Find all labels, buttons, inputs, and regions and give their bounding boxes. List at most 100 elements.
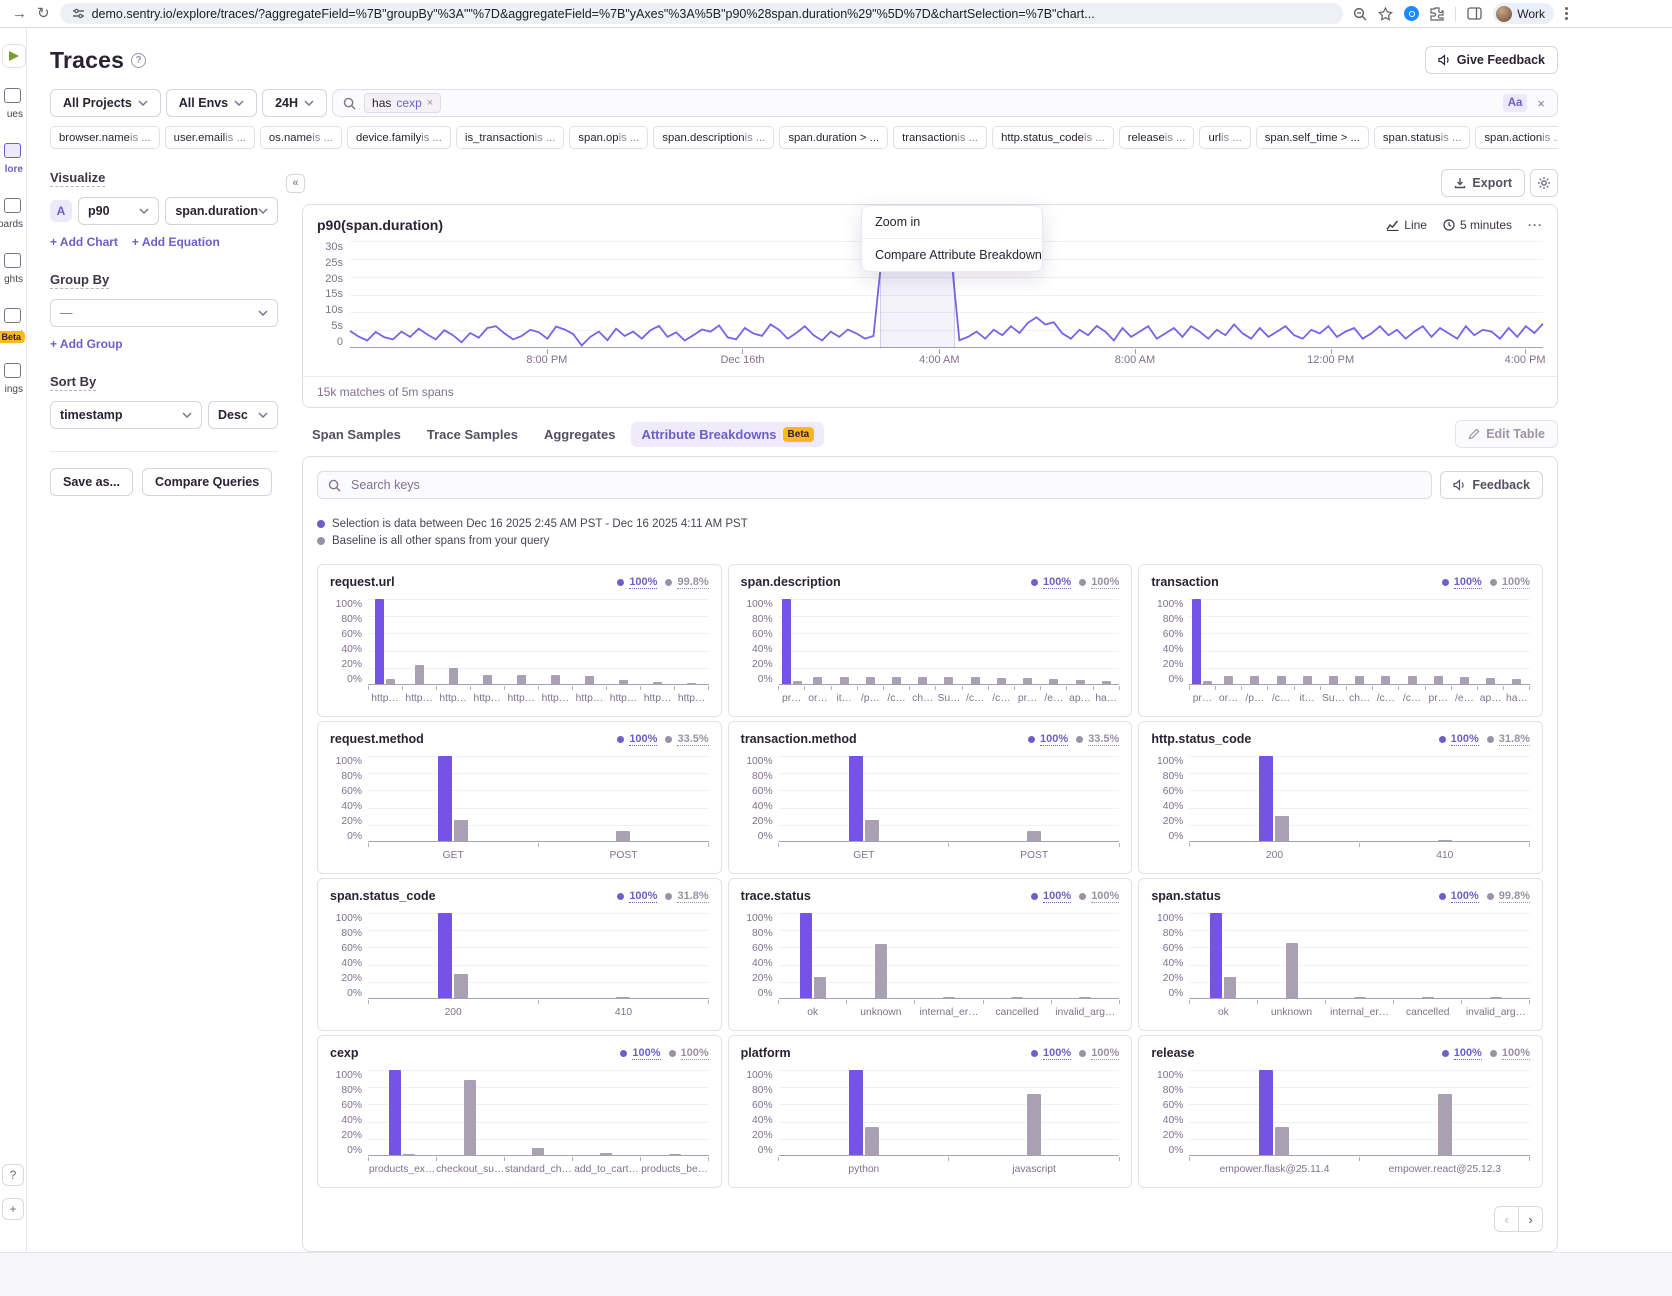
baseline-bar[interactable] [1286,943,1298,998]
selection-bar[interactable] [389,1070,401,1155]
baseline-percent-link[interactable]: 31.8% [1499,733,1530,746]
selection-percent-link[interactable]: 100% [1454,576,1482,589]
baseline-bar[interactable] [616,831,630,841]
selection-percent-link[interactable]: 100% [1043,576,1071,589]
selection-bar[interactable] [438,913,452,998]
filter-chip-span-description-is[interactable]: span.description is ... [653,126,774,149]
address-bar[interactable]: demo.sentry.io/explore/traces/?aggregate… [60,3,1344,24]
selection-bar[interactable] [1259,1070,1273,1155]
baseline-bar[interactable] [1303,676,1312,685]
selection-percent-link[interactable]: 100% [632,1047,660,1060]
sentry-logo[interactable] [2,44,26,68]
extensions-icon[interactable] [1430,7,1444,21]
baseline-percent-link[interactable]: 100% [1091,890,1119,903]
add-equation-link[interactable]: + Add Equation [132,235,220,249]
baseline-bar[interactable] [865,820,879,841]
baseline-bar[interactable] [943,997,955,998]
baseline-bar[interactable] [1490,997,1502,998]
filter-chip-url-is[interactable]: url is ... [1199,126,1250,149]
filter-chip-span-status-is[interactable]: span.status is ... [1374,126,1471,149]
baseline-bar[interactable] [454,974,468,998]
baseline-bar[interactable] [866,677,875,684]
baseline-bar[interactable] [687,683,696,684]
edit-table-button[interactable]: Edit Table [1455,420,1558,448]
baseline-bar[interactable] [1354,997,1366,998]
baseline-bar[interactable] [1023,678,1032,684]
baseline-bar[interactable] [1027,831,1041,841]
search-keys-input[interactable] [349,477,1421,493]
baseline-percent-link[interactable]: 100% [1091,1047,1119,1060]
baseline-bar[interactable] [813,677,822,684]
filter-chip-is-transaction-is[interactable]: is_transaction is ... [456,126,564,149]
project-filter[interactable]: All Projects [50,89,161,117]
aggregate-select[interactable]: p90 [78,197,159,225]
filter-chip-user-email-is[interactable]: user.email is ... [165,126,255,149]
browser-menu-icon[interactable] [1565,7,1568,20]
sidebar-add-button[interactable]: + [2,1198,24,1220]
add-chart-link[interactable]: + Add Chart [50,235,118,249]
baseline-bar[interactable] [1277,676,1286,685]
baseline-bar[interactable] [616,997,630,998]
baseline-bar[interactable] [1224,977,1236,998]
group-by-select[interactable]: — [50,299,278,327]
settings-button[interactable] [1530,169,1558,197]
selection-bar[interactable] [1192,599,1201,684]
baseline-bar[interactable] [944,677,953,684]
selection-bar[interactable] [1210,913,1222,998]
tab-trace-samples[interactable]: Trace Samples [417,422,528,447]
next-page-button[interactable]: › [1518,1206,1543,1232]
clear-search-icon[interactable]: × [1535,96,1547,111]
filter-chip-span-self-time[interactable]: span.self_time > ... [1256,126,1369,149]
selection-bar[interactable] [1259,756,1273,841]
baseline-bar[interactable] [483,675,492,684]
baseline-percent-link[interactable]: 100% [1091,576,1119,589]
baseline-bar[interactable] [454,820,468,841]
baseline-bar[interactable] [1460,677,1469,684]
baseline-bar[interactable] [1381,676,1390,685]
selection-bar[interactable] [375,599,384,684]
filter-chip-span-action-is[interactable]: span.action is ... [1475,126,1558,149]
reload-icon[interactable]: ↻ [37,6,50,21]
baseline-bar[interactable] [653,682,662,684]
baseline-bar[interactable] [517,675,526,684]
search-keys-field[interactable] [317,471,1432,499]
zoom-icon[interactable] [1353,7,1367,21]
baseline-bar[interactable] [551,675,560,684]
sidebar-help-button[interactable]: ? [2,1164,24,1186]
filter-chip-os-name-is[interactable]: os.name is ... [260,126,342,149]
field-select[interactable]: span.duration [165,197,278,225]
baseline-bar[interactable] [918,677,927,684]
context-menu-compare-breakdowns[interactable]: Compare Attribute Breakdowns [862,238,1042,271]
baseline-bar[interactable] [1102,681,1111,684]
filter-chip-span-op-is[interactable]: span.op is ... [569,126,648,149]
forward-icon[interactable]: → [12,6,27,21]
baseline-percent-link[interactable]: 100% [1502,576,1530,589]
baseline-bar[interactable] [1486,678,1495,684]
baseline-bar[interactable] [449,668,458,684]
query-search-input[interactable]: has cexp × Aa × [332,89,1558,117]
password-manager-icon[interactable] [1404,6,1419,21]
selection-bar[interactable] [800,913,812,998]
filter-chip-http-status-code-is[interactable]: http.status_code is ... [992,126,1114,149]
baseline-percent-link[interactable]: 99.8% [1499,890,1530,903]
baseline-bar[interactable] [1329,676,1338,685]
tab-span-samples[interactable]: Span Samples [302,422,411,447]
baseline-bar[interactable] [1076,680,1085,684]
baseline-bar[interactable] [600,1153,612,1155]
baseline-bar[interactable] [793,681,802,684]
baseline-bar[interactable] [997,678,1006,684]
baseline-bar[interactable] [1250,676,1259,685]
baseline-bar[interactable] [865,1127,879,1155]
selection-bar[interactable] [782,599,791,684]
search-token[interactable]: has cexp × [364,93,441,113]
chart-type-control[interactable]: Line [1386,218,1427,232]
filter-chip-release-is[interactable]: release is ... [1119,126,1195,149]
baseline-bar[interactable] [532,1148,544,1155]
context-menu-zoom-in[interactable]: Zoom in [862,206,1042,238]
baseline-bar[interactable] [971,677,980,684]
baseline-bar[interactable] [1355,676,1364,685]
baseline-bar[interactable] [415,665,424,684]
baseline-bar[interactable] [1438,1094,1452,1155]
baseline-bar[interactable] [1408,676,1417,685]
selection-bar[interactable] [438,756,452,841]
